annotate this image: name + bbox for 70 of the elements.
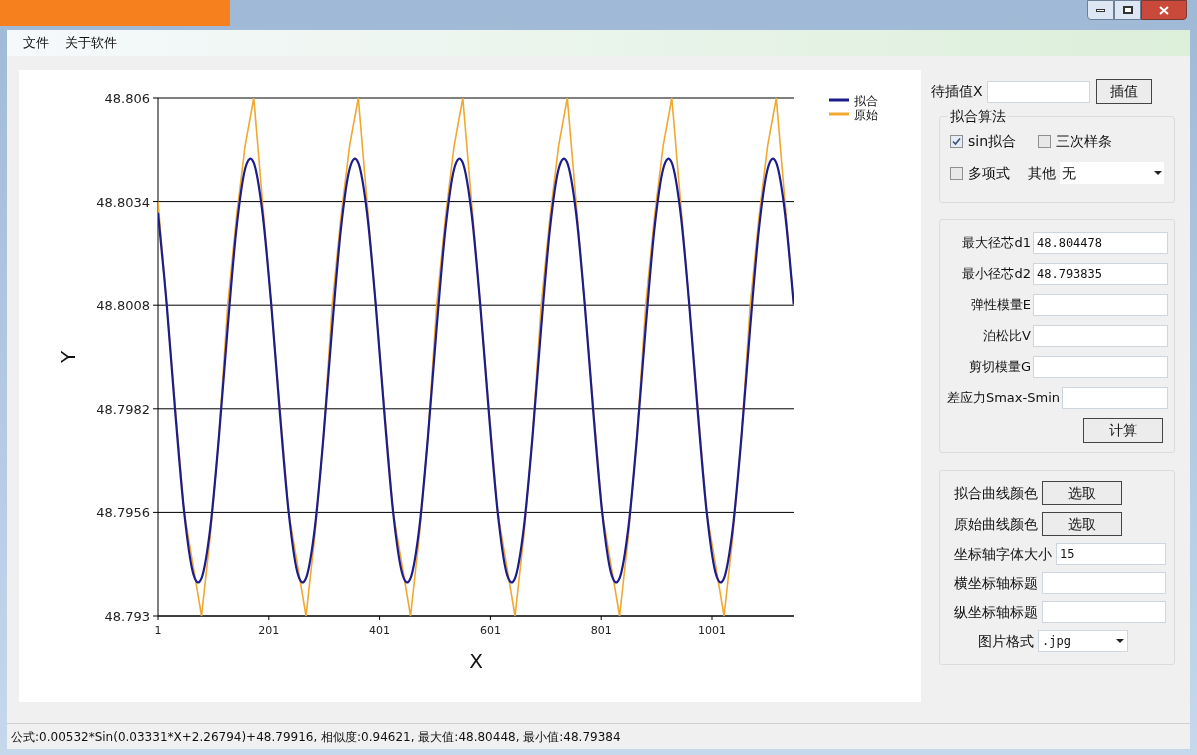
x-tick-label: 1001 <box>698 624 726 637</box>
tick-mark <box>152 201 159 203</box>
menu-item[interactable]: 关于软件 <box>59 33 123 53</box>
field-label: 其他 <box>1028 163 1056 183</box>
dropdown[interactable]: .jpg <box>1038 630 1128 652</box>
field-label: 图片格式 <box>978 631 1034 651</box>
checkbox-box <box>950 166 963 180</box>
interpolate-button[interactable]: 插值 <box>1095 79 1152 104</box>
input-field[interactable] <box>1042 601 1166 623</box>
input-field[interactable]: 48.793835 <box>1033 263 1168 285</box>
menu-item[interactable]: 文件 <box>17 33 55 53</box>
caret-icon <box>1116 639 1124 643</box>
tick-mark <box>152 511 159 513</box>
field-label: 差应力Smax-Smin <box>946 389 1060 408</box>
y-tick-label: 48.793 <box>104 609 150 624</box>
input-field[interactable]: 15 <box>1056 543 1166 565</box>
checkbox-box <box>1038 135 1052 148</box>
checkbox[interactable]: 三次样条 <box>1038 131 1113 152</box>
x-tick-label: 1 <box>154 624 162 637</box>
y-tick-label: 48.7956 <box>96 505 150 521</box>
field-label: 坐标轴字体大小 <box>954 544 1052 564</box>
x-tick-label: 401 <box>369 624 391 637</box>
pick-color-button[interactable]: 选取 <box>1042 512 1122 536</box>
tick-mark <box>711 615 713 621</box>
legend-label: 原始 <box>854 108 878 122</box>
checkbox[interactable]: sin拟合 <box>950 131 1017 152</box>
x-axis-title: X <box>469 649 483 673</box>
tick-mark <box>268 615 270 621</box>
tick-mark <box>379 615 381 621</box>
legend-label: 拟合 <box>854 94 878 108</box>
field-label: 原始曲线颜色 <box>954 514 1038 534</box>
tick-mark <box>152 304 159 306</box>
field-label: 最大径芯d1 <box>962 234 1031 253</box>
input-field[interactable] <box>1033 356 1168 378</box>
y-axis-title: Y <box>56 350 80 364</box>
tick-mark <box>600 615 602 621</box>
field-label: 泊松比V <box>983 327 1031 346</box>
calculate-button[interactable]: 计算 <box>1083 418 1163 443</box>
maximize-button[interactable] <box>1114 0 1141 20</box>
pick-color-button[interactable]: 选取 <box>1042 481 1122 505</box>
minimize-button[interactable] <box>1087 0 1114 20</box>
x-tick-label: 201 <box>258 624 280 637</box>
field-label: 最小径芯d2 <box>962 265 1031 284</box>
checkbox[interactable]: 多项式 <box>950 162 1010 184</box>
close-button[interactable] <box>1141 0 1187 20</box>
caret-icon <box>1154 171 1162 175</box>
input-field[interactable]: 48.804478 <box>1033 232 1168 254</box>
field-label: 剪切模量G <box>968 358 1031 377</box>
input-field[interactable] <box>1033 325 1168 347</box>
x-tick-label: 801 <box>590 624 612 637</box>
input-field[interactable] <box>1062 387 1168 409</box>
tick-mark <box>152 408 159 410</box>
y-tick-label: 48.8034 <box>96 194 150 210</box>
y-tick-label: 48.7982 <box>96 401 150 417</box>
x-tick-label: 601 <box>479 624 501 637</box>
status-text: 公式:0.00532*Sin(0.03331*X+2.26794)+48.79916, 相似度:0.94621, 最大值:48.80448, 最小值:48.79384 <box>11 728 621 746</box>
dropdown[interactable]: 无 <box>1060 162 1164 184</box>
input-field[interactable] <box>986 80 1090 103</box>
input-field[interactable] <box>1033 294 1168 316</box>
input-field[interactable] <box>1042 572 1166 594</box>
y-tick-label: 48.806 <box>104 91 150 106</box>
tick-mark <box>489 615 491 621</box>
field-label: 弹性模量E <box>970 296 1031 315</box>
field-label: 待插值X <box>931 82 983 101</box>
field-label: 拟合曲线颜色 <box>954 483 1038 503</box>
tick-mark <box>152 97 159 99</box>
y-tick-label: 48.8008 <box>96 298 150 314</box>
field-label: 纵坐标轴标题 <box>954 602 1038 622</box>
close-icon <box>1159 5 1169 15</box>
field-label: 横坐标轴标题 <box>954 573 1038 593</box>
